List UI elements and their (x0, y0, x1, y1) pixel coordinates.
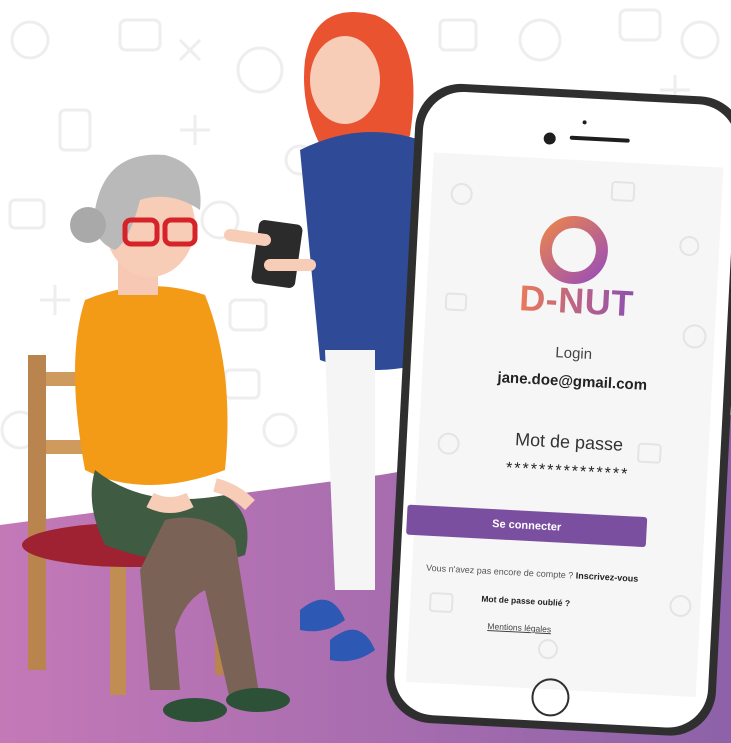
signup-row: Vous n'avez pas encore de compte ? Inscr… (402, 561, 662, 585)
signup-link[interactable]: Inscrivez-vous (576, 571, 639, 584)
email-field[interactable]: jane.doe@gmail.com (422, 365, 722, 398)
app-brand: D-NUT (518, 277, 635, 325)
forgot-password-link[interactable]: Mot de passe oublié ? (411, 590, 641, 612)
login-button[interactable]: Se connecter (406, 504, 648, 548)
login-label: Login (554, 344, 593, 364)
password-field[interactable]: *************** (447, 457, 688, 488)
signup-prompt: Vous n'avez pas encore de compte ? (425, 562, 574, 581)
legal-notice-link[interactable]: Mentions légales (409, 617, 629, 639)
marketing-illustration: D-NUT Login jane.doe@gmail.com Mot de pa… (0, 0, 731, 743)
password-label: Mot de passe (514, 429, 624, 455)
login-screen: D-NUT Login jane.doe@gmail.com Mot de pa… (406, 138, 731, 713)
